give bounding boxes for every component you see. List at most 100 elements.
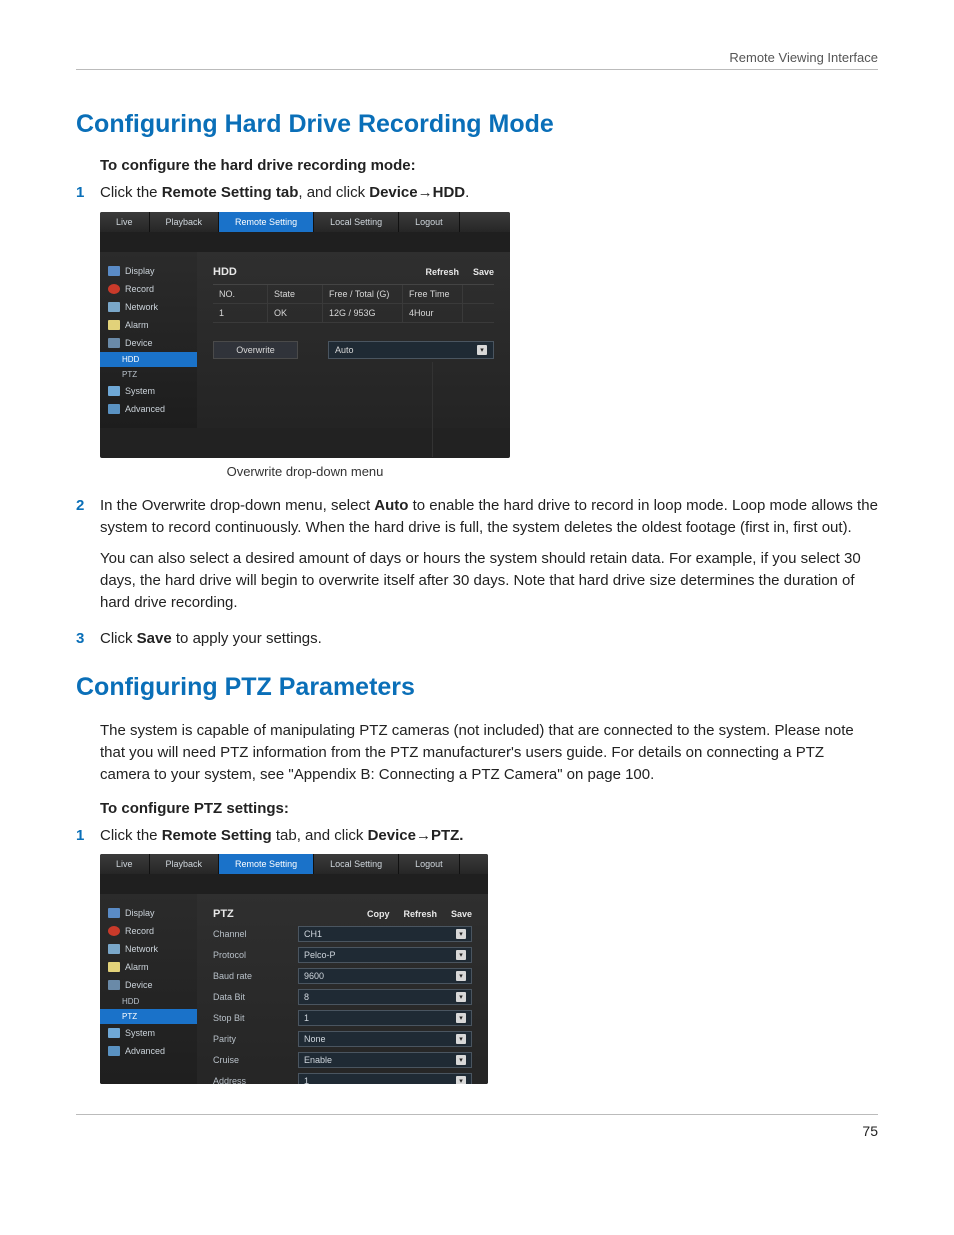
step-number: 3 — [76, 628, 90, 650]
chevron-down-icon: ▾ — [456, 1013, 466, 1023]
sidebar-item-system[interactable]: System — [100, 382, 197, 400]
system-icon — [108, 1028, 120, 1038]
channel-select[interactable]: CH1▾ — [298, 926, 472, 942]
save-button[interactable]: Save — [451, 909, 472, 919]
sidebar: Display Record Network Alarm Device HDD … — [100, 894, 197, 1084]
subheading-ptz: To configure PTZ settings: — [100, 800, 878, 817]
sidebar-item-network[interactable]: Network — [100, 298, 197, 316]
cell-no: 1 — [213, 304, 268, 322]
protocol-select[interactable]: Pelco-P▾ — [298, 947, 472, 963]
databit-label: Data Bit — [213, 992, 298, 1002]
heading-ptz: Configuring PTZ Parameters — [76, 673, 878, 702]
parity-select[interactable]: None▾ — [298, 1031, 472, 1047]
col-state: State — [268, 285, 323, 303]
databit-select[interactable]: 8▾ — [298, 989, 472, 1005]
sidebar-item-advanced[interactable]: Advanced — [100, 1042, 197, 1060]
tab-remote-setting[interactable]: Remote Setting — [219, 212, 314, 232]
remote-setting-ref: Remote Setting — [162, 827, 272, 844]
stopbit-select[interactable]: 1▾ — [298, 1010, 472, 1026]
screenshot-ptz: Live Playback Remote Setting Local Setti… — [100, 854, 488, 1084]
sidebar-sub-hdd[interactable]: HDD — [100, 352, 197, 367]
paragraph-ptz-intro: The system is capable of manipulating PT… — [100, 720, 878, 785]
cruise-label: Cruise — [213, 1055, 298, 1065]
tab-logout[interactable]: Logout — [399, 854, 460, 874]
chevron-down-icon: ▾ — [456, 1055, 466, 1065]
tab-playback[interactable]: Playback — [150, 212, 220, 232]
sidebar-item-record[interactable]: Record — [100, 280, 197, 298]
channel-label: Channel — [213, 929, 298, 939]
protocol-label: Protocol — [213, 950, 298, 960]
step-number: 2 — [76, 495, 90, 539]
col-free-total: Free / Total (G) — [323, 285, 403, 303]
chevron-down-icon: ▾ — [456, 971, 466, 981]
header-rule — [76, 69, 878, 70]
tab-playback[interactable]: Playback — [150, 854, 220, 874]
address-select[interactable]: 1▾ — [298, 1073, 472, 1084]
sidebar-item-device[interactable]: Device — [100, 976, 197, 994]
chevron-down-icon: ▾ — [456, 1034, 466, 1044]
sidebar-item-system[interactable]: System — [100, 1024, 197, 1042]
sidebar-sub-hdd[interactable]: HDD — [100, 994, 197, 1009]
stopbit-label: Stop Bit — [213, 1013, 298, 1023]
panel-title-ptz: PTZ — [213, 908, 234, 920]
chevron-down-icon: ▾ — [477, 345, 487, 355]
cell-state: OK — [268, 304, 323, 322]
sidebar: Display Record Network Alarm Device HDD … — [100, 252, 197, 428]
advanced-icon — [108, 1046, 120, 1056]
display-icon — [108, 266, 120, 276]
tab-remote-setting[interactable]: Remote Setting — [219, 854, 314, 874]
address-label: Address — [213, 1076, 298, 1084]
tab-local-setting[interactable]: Local Setting — [314, 212, 399, 232]
step-2-hdd: 2 In the Overwrite drop-down menu, selec… — [76, 495, 878, 539]
step-text: Click the — [100, 184, 162, 201]
auto-ref: Auto — [374, 497, 408, 514]
baud-label: Baud rate — [213, 971, 298, 981]
copy-button[interactable]: Copy — [367, 909, 390, 919]
step-3-hdd: 3 Click Save to apply your settings. — [76, 628, 878, 650]
tab-local-setting[interactable]: Local Setting — [314, 854, 399, 874]
network-icon — [108, 302, 120, 312]
save-button[interactable]: Save — [473, 267, 494, 277]
network-icon — [108, 944, 120, 954]
overwrite-label: Overwrite — [213, 341, 298, 359]
sidebar-item-advanced[interactable]: Advanced — [100, 400, 197, 418]
sidebar-item-record[interactable]: Record — [100, 922, 197, 940]
step-number: 1 — [76, 825, 90, 847]
tab-logout[interactable]: Logout — [399, 212, 460, 232]
chevron-down-icon: ▾ — [456, 992, 466, 1002]
system-icon — [108, 386, 120, 396]
cell-free-time: 4Hour — [403, 304, 463, 322]
sidebar-sub-ptz[interactable]: PTZ — [100, 1009, 197, 1024]
sidebar-item-display[interactable]: Display — [100, 262, 197, 280]
baud-select[interactable]: 9600▾ — [298, 968, 472, 984]
sidebar-item-network[interactable]: Network — [100, 940, 197, 958]
sidebar-item-alarm[interactable]: Alarm — [100, 958, 197, 976]
screenshot-hdd: Live Playback Remote Setting Local Setti… — [100, 212, 510, 458]
overwrite-dropdown[interactable]: Auto ▾ — [328, 341, 494, 359]
display-icon — [108, 908, 120, 918]
device-hdd-ref: Device→HDD — [369, 184, 465, 201]
hdd-table: NO. State Free / Total (G) Free Time 1 O… — [213, 284, 494, 323]
refresh-button[interactable]: Refresh — [403, 909, 437, 919]
sidebar-item-device[interactable]: Device — [100, 334, 197, 352]
tab-live[interactable]: Live — [100, 212, 150, 232]
step-number: 1 — [76, 182, 90, 204]
paragraph-retention: You can also select a desired amount of … — [100, 548, 878, 613]
save-ref: Save — [137, 630, 172, 647]
panel-title-hdd: HDD — [213, 266, 237, 278]
record-icon — [108, 284, 120, 294]
footer-rule — [76, 1114, 878, 1115]
caption-overwrite: Overwrite drop-down menu — [100, 464, 510, 479]
page-number: 75 — [76, 1123, 878, 1139]
refresh-button[interactable]: Refresh — [425, 267, 459, 277]
record-icon — [108, 926, 120, 936]
tab-live[interactable]: Live — [100, 854, 150, 874]
cruise-select[interactable]: Enable▾ — [298, 1052, 472, 1068]
parity-label: Parity — [213, 1034, 298, 1044]
chevron-down-icon: ▾ — [456, 950, 466, 960]
sidebar-item-alarm[interactable]: Alarm — [100, 316, 197, 334]
sidebar-item-display[interactable]: Display — [100, 904, 197, 922]
sidebar-sub-ptz[interactable]: PTZ — [100, 367, 197, 382]
page-header-section: Remote Viewing Interface — [76, 50, 878, 65]
callout-line — [432, 362, 433, 457]
